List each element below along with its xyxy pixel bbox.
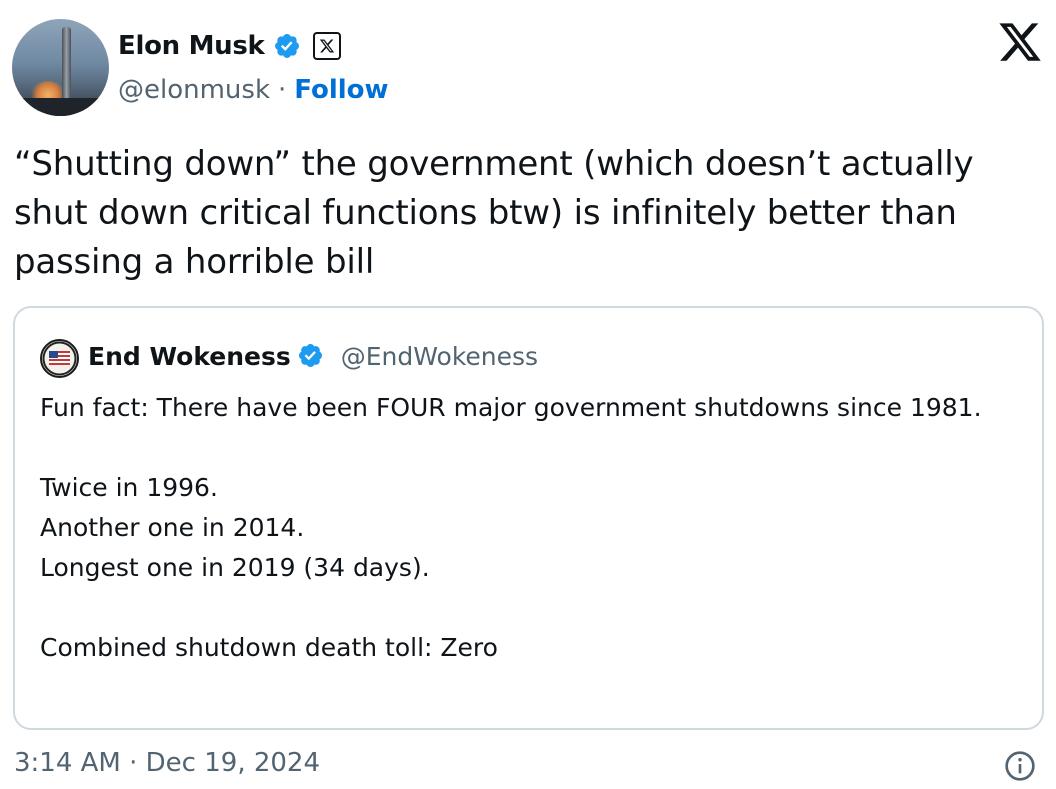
quoted-tweet[interactable]: End Wokeness @EndWokeness Fun fact: Ther…: [13, 306, 1044, 730]
quoted-name-row: End Wokeness @EndWokeness: [88, 336, 538, 376]
avatar-rocket: [62, 27, 71, 109]
quoted-author-avatar[interactable]: [40, 339, 79, 378]
separator: ·: [278, 75, 287, 105]
quoted-line: Longest one in 2019 (34 days).: [40, 553, 430, 582]
quoted-line: Twice in 1996.: [40, 473, 218, 502]
x-affiliation-icon[interactable]: [312, 32, 341, 60]
quoted-text: Fun fact: There have been FOUR major gov…: [40, 388, 1020, 668]
quoted-line: Another one in 2014.: [40, 513, 305, 542]
quoted-display-name: End Wokeness: [88, 341, 291, 371]
line-break: [40, 588, 1020, 628]
info-icon[interactable]: [1004, 750, 1036, 782]
avatar-ground: [12, 98, 109, 116]
author-avatar[interactable]: [12, 19, 109, 116]
follow-button[interactable]: Follow: [294, 75, 388, 105]
tweet-text: “Shutting down” the government (which do…: [14, 144, 974, 282]
quoted-handle: @EndWokeness: [340, 341, 539, 371]
x-logo-icon[interactable]: [996, 19, 1044, 65]
tweet-card: Elon Musk @elonmusk · Follow “Shutting d…: [0, 0, 1056, 789]
author-handle[interactable]: @elonmusk: [118, 75, 270, 105]
quoted-line: Combined shutdown death toll: Zero: [40, 633, 498, 662]
line-break: [40, 428, 1020, 468]
author-display-name[interactable]: Elon Musk: [118, 31, 265, 61]
author-handle-row: @elonmusk · Follow: [118, 72, 389, 108]
quoted-line: Fun fact: There have been FOUR major gov…: [40, 393, 982, 422]
author-name-row: Elon Musk: [118, 26, 341, 66]
tweet-timestamp[interactable]: 3:14 AM · Dec 19, 2024: [14, 748, 320, 778]
verified-badge-icon[interactable]: [273, 32, 301, 60]
quoted-verified-badge-icon: [297, 342, 325, 370]
